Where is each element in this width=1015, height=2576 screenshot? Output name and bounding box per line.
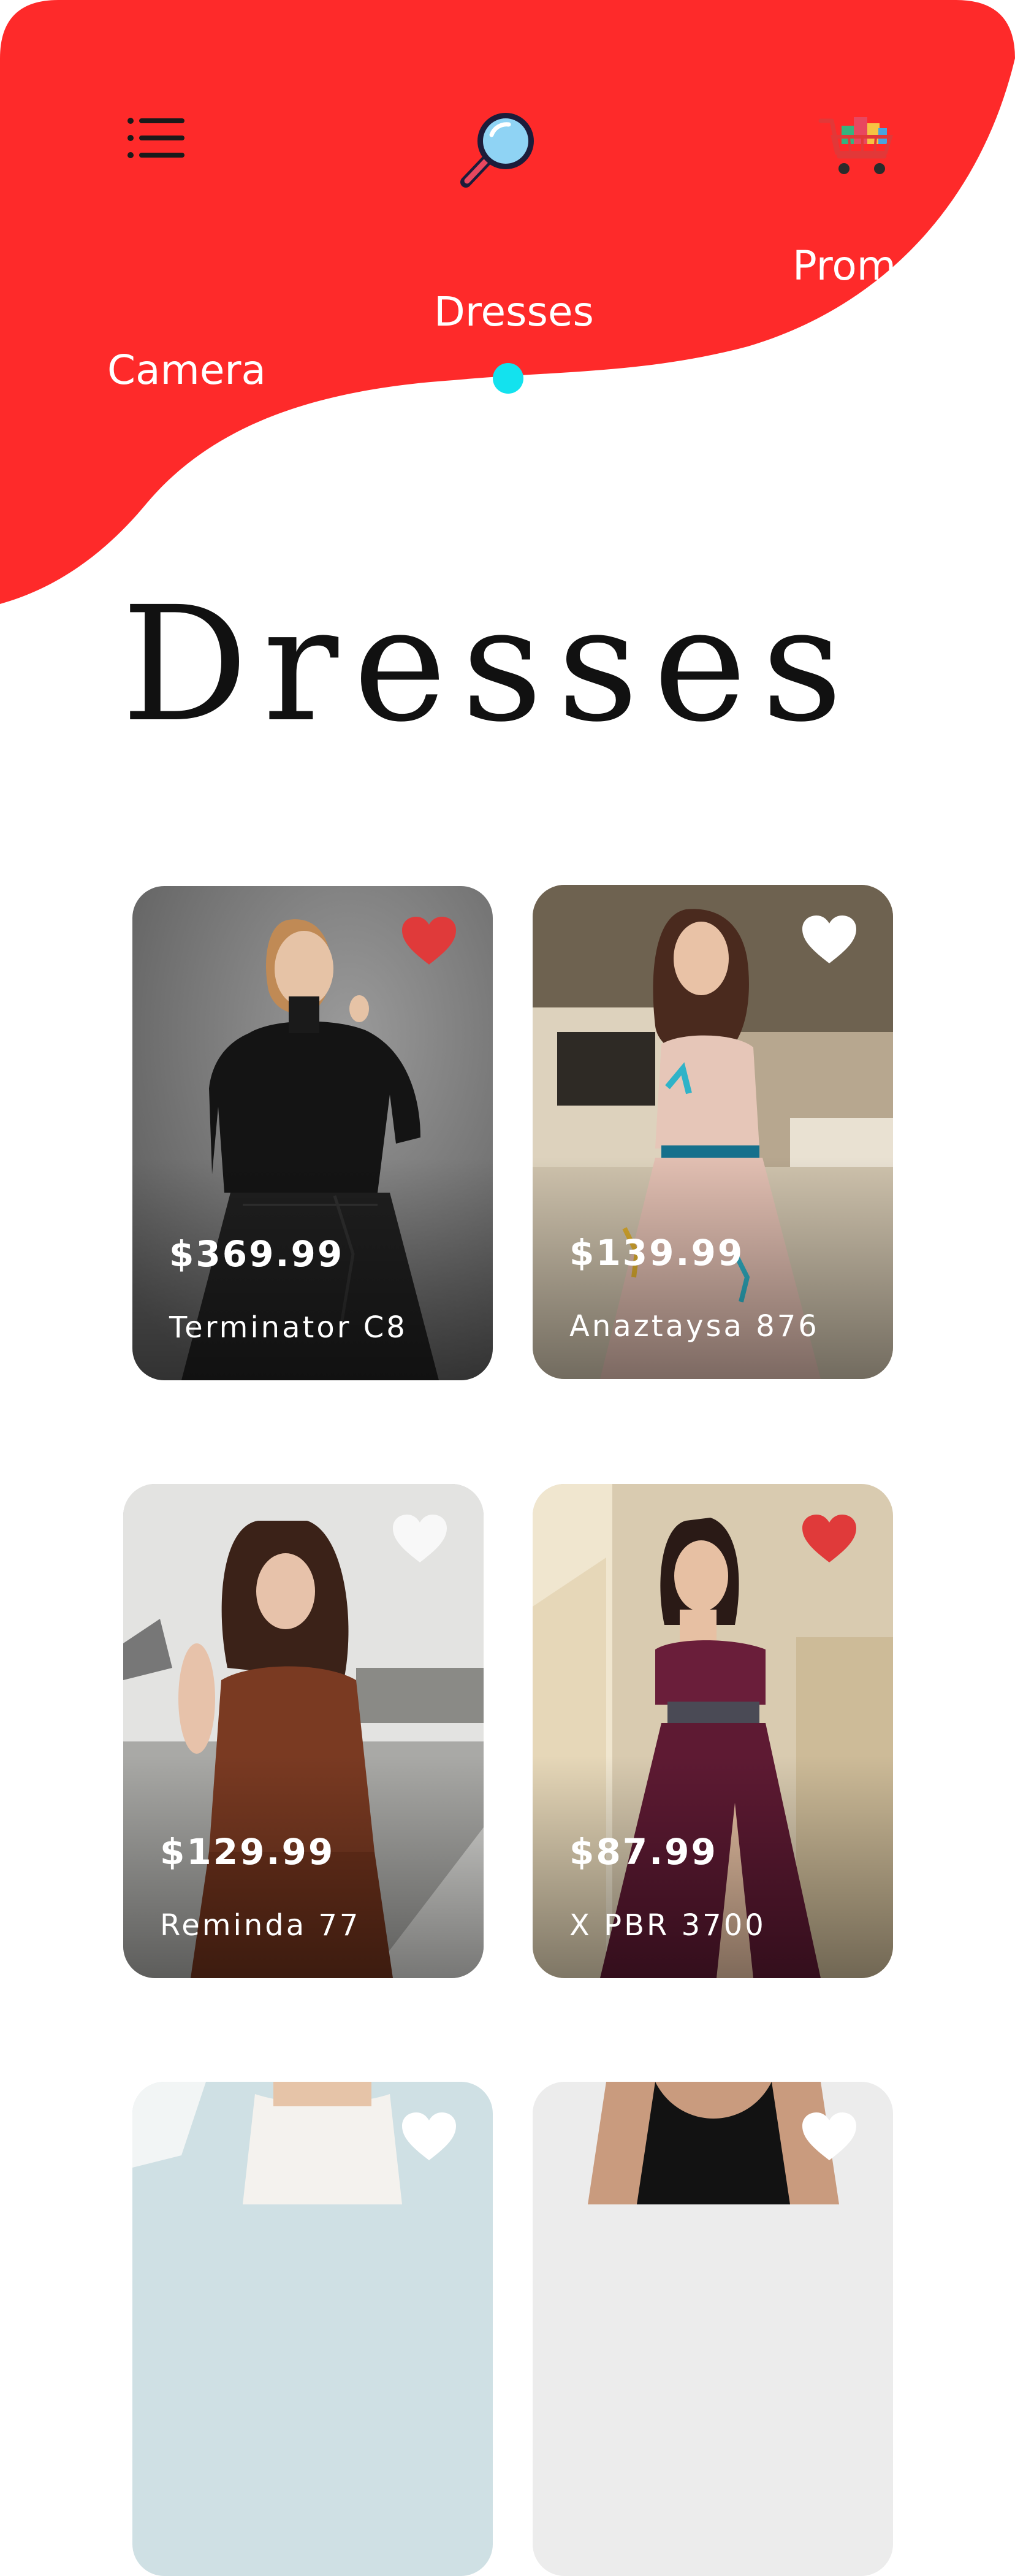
product-name: Terminator C8 [169,1310,408,1345]
product-name: Anaztaysa 876 [569,1309,819,1343]
product-card[interactable] [132,2082,493,2576]
heart-icon[interactable] [801,914,857,966]
product-name: X PBR 3700 [569,1908,766,1943]
product-price: $87.99 [569,1831,718,1873]
product-card[interactable] [533,2082,893,2576]
menu-list-icon [127,118,184,158]
page-title: Dresses [121,573,857,757]
search-button[interactable] [450,104,542,196]
shopping-cart-icon [818,117,894,174]
cart-button[interactable] [815,107,898,184]
heart-icon[interactable] [801,2111,857,2163]
category-tab-camera[interactable]: Camera [107,346,266,394]
product-card[interactable]: $129.99 Reminda 77 [123,1484,484,1978]
category-tab-dresses[interactable]: Dresses [434,288,594,335]
magnifier-icon [460,113,534,188]
category-tab-promo[interactable]: Promo [793,242,921,289]
product-price: $139.99 [569,1232,745,1274]
product-card[interactable]: $139.99 Anaztaysa 876 [533,885,893,1379]
heart-icon[interactable] [801,1513,857,1565]
product-name: Reminda 77 [160,1908,361,1943]
product-card[interactable]: $87.99 X PBR 3700 [533,1484,893,1978]
product-price: $369.99 [169,1233,344,1275]
heart-icon[interactable] [401,2111,457,2163]
heart-icon[interactable] [392,1513,448,1565]
product-card[interactable]: $369.99 Terminator C8 [132,886,493,1380]
heart-icon[interactable] [401,915,457,967]
menu-button[interactable] [120,107,193,169]
active-category-indicator [493,363,523,394]
product-price: $129.99 [160,1831,335,1873]
